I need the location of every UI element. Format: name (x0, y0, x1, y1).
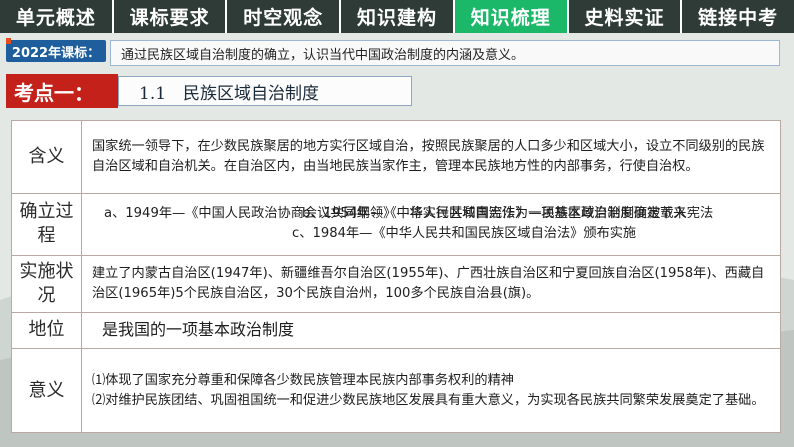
tab-knowledge-review[interactable]: 知识梳理 (454, 0, 567, 33)
table-row-status: 地位 是我国的一项基本政治制度 (11, 311, 781, 350)
row-label-meaning: 含义 (11, 120, 82, 194)
tab-exam-link[interactable]: 链接中考 (682, 0, 794, 33)
curriculum-standard-bar: 2022年课标： 通过民族区域自治制度的确立，认识当代中国政治制度的内涵及意义。 (6, 38, 782, 68)
tab-unit-overview[interactable]: 单元概述 (0, 0, 112, 33)
implementation-text: 建立了内蒙古自治区(1947年)、新疆维吾尔自治区(1955年)、广西壮族自治区… (92, 266, 765, 302)
row-label-status: 地位 (11, 311, 82, 350)
row-content-significance: ⑴体现了国家充分尊重和保障各少数民族管理本民族内部事务权利的精神 ⑵对维护民族团… (81, 348, 781, 433)
table-row-establishment: 确立过程 a、1949年—《中国人民政治协商会议共同纲领》—将实行区域自治作为一… (11, 192, 781, 257)
status-text: 是我国的一项基本政治制度 (102, 320, 295, 340)
section-tab-bar: 单元概述 课标要求 时空观念 知识建构 知识梳理 史料实证 链接中考 (0, 0, 794, 33)
row-content-implementation: 建立了内蒙古自治区(1947年)、新疆维吾尔自治区(1955年)、广西壮族自治区… (81, 255, 781, 313)
accent-mark (6, 38, 11, 44)
knowledge-table: 含义 国家统一领导下，在少数民族聚居的地方实行区域自治，按照民族聚居的人口多少和… (11, 120, 781, 433)
exam-point-title: 1.1 民族区域自治制度 (118, 76, 412, 106)
standard-tag: 2022年课标： (6, 40, 106, 62)
tab-historical-evidence[interactable]: 史料实证 (568, 0, 681, 33)
table-row-meaning: 含义 国家统一领导下，在少数民族聚居的地方实行区域自治，按照民族聚居的人口多少和… (11, 120, 781, 194)
exam-point-label: 考点一： (6, 74, 118, 108)
standard-text: 通过民族区域自治制度的确立，认识当代中国政治制度的内涵及意义。 (110, 40, 780, 66)
row-label-implementation: 实施状况 (11, 255, 82, 313)
tab-knowledge-construction[interactable]: 知识建构 (341, 0, 453, 33)
exam-point-header: 考点一： 1.1 民族区域自治制度 (6, 74, 412, 108)
row-label-establishment: 确立过程 (11, 192, 82, 257)
row-content-meaning: 国家统一领导下，在少数民族聚居的地方实行区域自治，按照民族聚居的人口多少和区域大… (81, 120, 781, 194)
table-row-significance: 意义 ⑴体现了国家充分尊重和保障各少数民族管理本民族内部事务权利的精神 ⑵对维护… (11, 348, 781, 433)
establishment-line-c: c、1984年—《中华人民共和国民族区域自治法》颁布实施 (292, 226, 637, 242)
significance-line-2: ⑵对维护民族团结、巩固祖国统一和促进少数民族地区发展具有重大意义，为实现各民族共… (92, 392, 765, 408)
significance-line-1: ⑴体现了国家充分尊重和保障各少数民族管理本民族内部事务权利的精神 (92, 372, 514, 388)
row-label-significance: 意义 (11, 348, 82, 433)
tab-time-space-concept[interactable]: 时空观念 (227, 0, 340, 33)
row-content-establishment: a、1949年—《中国人民政治协商会议共同纲领》—将实行区域自治作为一项基本政治… (81, 192, 781, 257)
row-content-status: 是我国的一项基本政治制度 (81, 311, 781, 350)
tab-curriculum-requirements[interactable]: 课标要求 (113, 0, 226, 33)
table-row-implementation: 实施状况 建立了内蒙古自治区(1947年)、新疆维吾尔自治区(1955年)、广西… (11, 255, 781, 313)
meaning-text: 国家统一领导下，在少数民族聚居的地方实行区域自治，按照民族聚居的人口多少和区域大… (92, 138, 765, 174)
